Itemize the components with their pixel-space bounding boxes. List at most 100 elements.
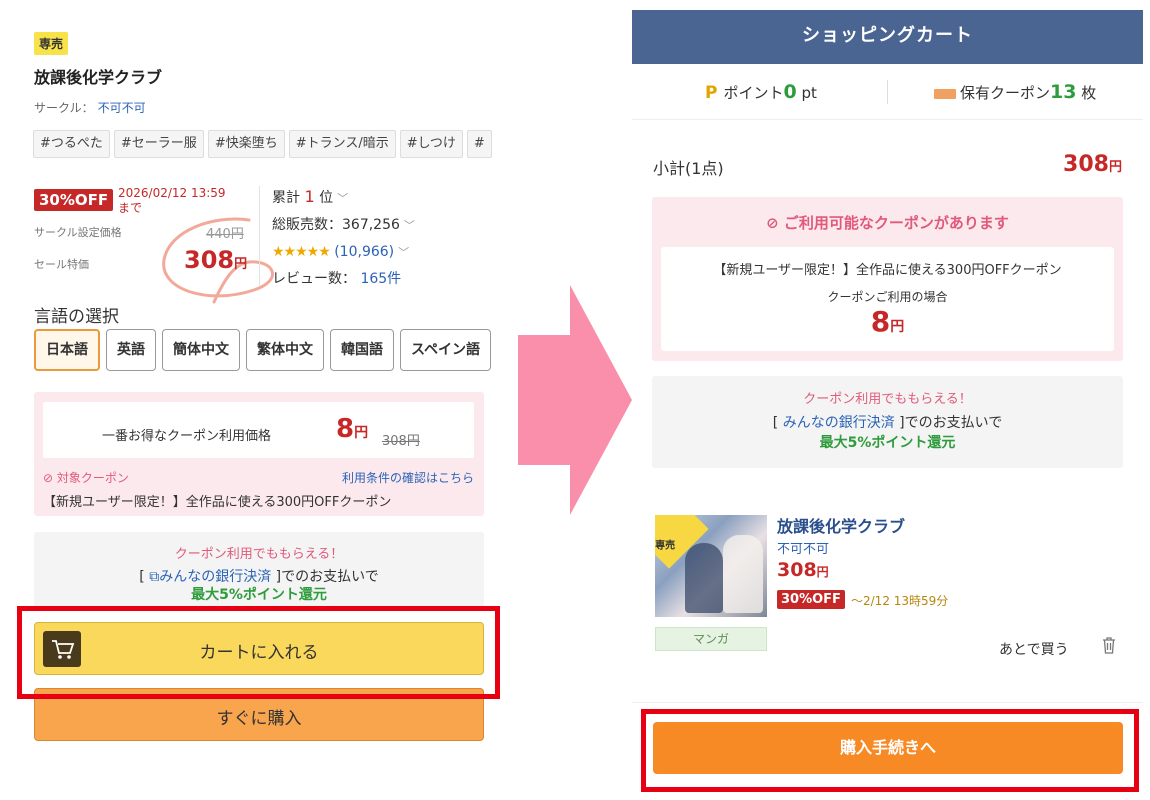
yen-unit: 円 <box>354 425 369 441</box>
language-option-english[interactable]: 英語 <box>106 329 156 371</box>
thumbnail-figure <box>723 535 763 613</box>
rating-row[interactable]: ★★★★★ (10,966) ﹀ <box>272 239 415 266</box>
genre-badge: マンガ <box>655 627 767 651</box>
payment-promo-box: クーポン利用でももらえる！ [ ⧉みんなの銀行決済 ]でのお支払いで 最大5%ポ… <box>34 532 484 608</box>
terms-link[interactable]: 利用条件の確認はこちら <box>342 469 474 486</box>
points-unit: pt <box>801 84 817 102</box>
cart-item-price-number: 308 <box>777 559 817 581</box>
sale-price-label: セール特価 <box>34 258 89 271</box>
cart-item-circle[interactable]: 不可不可 <box>777 538 829 557</box>
total-sales-row[interactable]: 総販売数：367,256 ﹀ <box>272 212 415 239</box>
cart-item-title[interactable]: 放課後化学クラブ <box>777 513 905 537</box>
coupon-original-price: 308円 <box>382 434 420 449</box>
bank-payment-link[interactable]: みんなの銀行決済 <box>159 569 271 585</box>
tag-icon: ⊘ <box>43 471 54 485</box>
tag-list: #つるぺた #セーラー服 #快楽堕ち #トランス/暗示 #しつけ # <box>33 130 500 160</box>
product-thumbnail[interactable]: 専売 <box>655 515 767 617</box>
circle-row: サークル： 不可不可 <box>34 99 146 116</box>
language-option-korean[interactable]: 韓国語 <box>330 329 394 371</box>
thumbnail-figure <box>685 543 723 613</box>
highlight-frame-checkout <box>641 709 1139 792</box>
cart-item: 専売 放課後化学クラブ 不可不可 308円 30%OFF ～2/12 13時59… <box>652 505 1123 675</box>
price-block: 30%OFF 2026/02/12 13:59 まで サークル設定価格 440円… <box>34 184 504 304</box>
owned-coupons-value: 13 <box>1050 81 1077 103</box>
coupon-applied-price: 8円 <box>661 305 1114 338</box>
points-display[interactable]: P ポイント0 pt <box>705 81 817 103</box>
row-divider <box>887 80 888 104</box>
chevron-down-icon: ﹀ <box>403 219 415 232</box>
promo-headline: クーポン利用でももらえる！ <box>803 392 972 407</box>
bank-payment-link[interactable]: みんなの銀行決済 <box>783 415 895 431</box>
review-count-link[interactable]: 165件 <box>360 271 401 287</box>
product-title: 放課後化学クラブ <box>34 68 163 87</box>
sale-price: 308円 <box>184 246 247 274</box>
sale-end-datetime: 2026/02/12 13:59 <box>118 186 226 200</box>
point-icon: P <box>705 83 718 103</box>
target-coupon-text: 対象クーポン <box>56 471 129 485</box>
tag-item[interactable]: #つるぺた <box>33 130 110 158</box>
trash-icon[interactable] <box>1101 636 1117 654</box>
language-option-simplified-chinese[interactable]: 簡体中文 <box>162 329 240 371</box>
available-coupon-title[interactable]: ⊘ ご利用可能なクーポンがあります <box>652 212 1123 233</box>
section-divider <box>632 702 1143 703</box>
exclusive-badge: 専売 <box>34 32 69 55</box>
language-option-spanish[interactable]: スペイン語 <box>400 329 492 371</box>
product-page-panel: 専売 放課後化学クラブ サークル： 不可不可 #つるぺた #セーラー服 #快楽堕ち #ト… <box>0 0 510 800</box>
sale-end-suffix: まで <box>118 201 143 215</box>
language-option-traditional-chinese[interactable]: 繁体中文 <box>246 329 324 371</box>
price-divider <box>259 186 260 286</box>
points-value: 0 <box>783 81 797 103</box>
save-for-later-button[interactable]: あとで買う <box>999 639 1069 659</box>
cart-item-sale-end: ～2/12 13時59分 <box>851 594 949 608</box>
set-price-label: サークル設定価格 <box>34 226 122 239</box>
rank-number: 1 <box>304 187 315 206</box>
payment-promo-box-cart: クーポン利用でももらえる！ [ みんなの銀行決済 ]でのお支払いで 最大5%ポイ… <box>652 376 1123 468</box>
bracket-open: [ <box>139 569 145 585</box>
external-link-icon: ⧉ <box>149 569 160 585</box>
star-rating-icon: ★★★★★ <box>272 244 331 260</box>
cart-header: ショッピングカート <box>632 10 1143 64</box>
total-sales: 総販売数：367,256 <box>272 217 400 233</box>
language-option-japanese[interactable]: 日本語 <box>34 329 100 371</box>
bracket-open: [ <box>772 415 779 431</box>
yen-unit: 円 <box>816 565 829 579</box>
rank-suffix: 位 <box>319 190 334 206</box>
tag-item[interactable]: #しつけ <box>399 130 463 158</box>
tag-item[interactable]: #快楽堕ち <box>207 130 285 158</box>
promo-bank-line: [ みんなの銀行決済 ]でのお支払いで <box>652 412 1123 432</box>
promo-points: 最大5%ポイント還元 <box>191 587 327 603</box>
shopping-cart-panel: ショッピングカート P ポイント0 pt 保有クーポン13 枚 小計(1点) 30… <box>632 10 1143 800</box>
coupon-price-number: 8 <box>336 414 355 444</box>
tag-item[interactable]: # <box>466 130 492 158</box>
coupon-price-label: 一番お得なクーポン利用価格 <box>102 429 272 444</box>
yen-unit: 円 <box>234 257 248 272</box>
coupon-tag-icon: ⊘ <box>766 214 779 232</box>
language-section-title: 言語の選択 <box>34 307 119 327</box>
circle-link[interactable]: 不可不可 <box>98 101 146 115</box>
ranking-row[interactable]: 累計 1 位 ﹀ <box>272 184 415 212</box>
cart-item-discount-badge: 30%OFF <box>777 590 845 609</box>
review-label: レビュー数： <box>272 271 356 287</box>
coupon-price: 8円 <box>336 414 368 444</box>
coupon-price-card: 一番お得なクーポン利用価格 8円 308円 <box>43 402 474 458</box>
points-label: ポイント <box>723 84 784 102</box>
sales-stats: 累計 1 位 ﹀ 総販売数：367,256 ﹀ ★★★★★ (10,966) ﹀ レビ… <box>272 184 415 292</box>
highlight-frame-cart <box>17 606 500 699</box>
yen-unit: 円 <box>1108 160 1122 175</box>
available-coupon-name: 【新規ユーザー限定！】全作品に使える300円OFFクーポン <box>713 263 1062 278</box>
owned-coupons-display[interactable]: 保有クーポン13 枚 <box>934 81 1096 103</box>
owned-coupons-label: 保有クーポン <box>960 84 1051 102</box>
available-coupon-text: ご利用可能なクーポンがあります <box>783 214 1009 232</box>
sale-price-number: 308 <box>184 246 235 274</box>
circle-label: サークル： <box>34 101 94 115</box>
coupon-name: 【新規ユーザー限定！】全作品に使える300円OFFクーポン <box>43 495 392 510</box>
available-coupon-card[interactable]: 【新規ユーザー限定！】全作品に使える300円OFFクーポン クーポンご利用の場合… <box>661 247 1114 351</box>
owned-coupons-unit: 枚 <box>1081 84 1097 102</box>
yen-unit: 円 <box>890 319 905 335</box>
rating-count: (10,966) <box>334 244 395 260</box>
tag-item[interactable]: #トランス/暗示 <box>288 130 396 158</box>
subtotal-number: 308 <box>1063 152 1109 177</box>
promo-bank-suffix: ]でのお支払いで <box>275 569 379 585</box>
coupon-box: 一番お得なクーポン利用価格 8円 308円 ⊘ 対象クーポン 利用条件の確認はこ… <box>34 392 484 516</box>
tag-item[interactable]: #セーラー服 <box>113 130 204 158</box>
